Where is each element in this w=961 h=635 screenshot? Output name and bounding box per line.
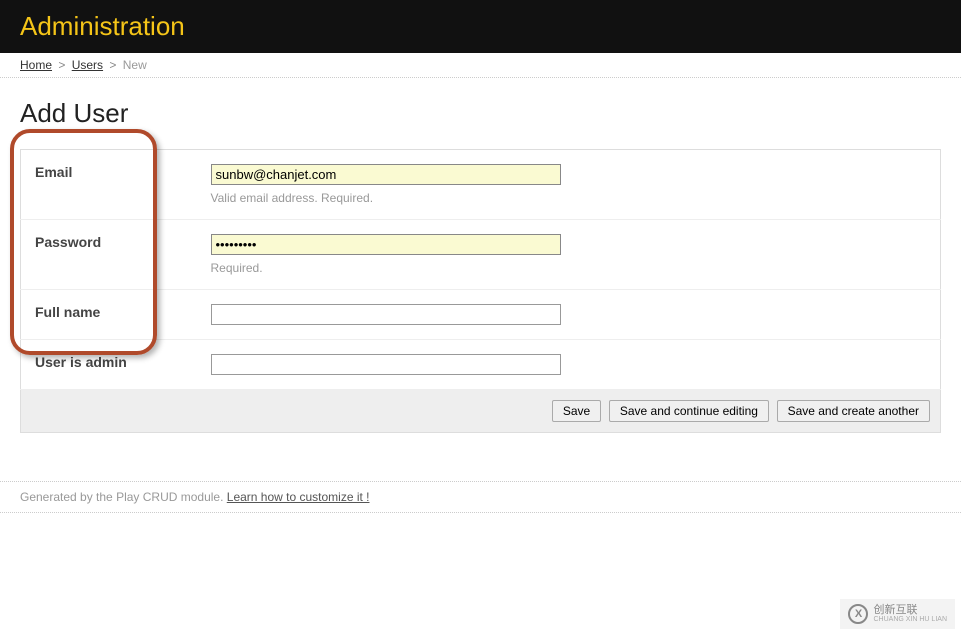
page-title: Add User [20, 98, 941, 129]
footer-link[interactable]: Learn how to customize it ! [227, 490, 370, 504]
watermark-icon: X [848, 604, 868, 624]
breadcrumb-separator: > [58, 58, 65, 72]
watermark: X 创新互联 CHUANG XIN HU LIAN [840, 599, 955, 629]
watermark-text: 创新互联 [873, 605, 947, 616]
isadmin-label: User is admin [21, 340, 201, 390]
breadcrumb-separator: > [109, 58, 116, 72]
fullname-label: Full name [21, 290, 201, 340]
app-title: Administration [20, 11, 185, 42]
fullname-row: Full name [21, 290, 941, 340]
breadcrumb-users-link[interactable]: Users [72, 58, 103, 72]
password-input[interactable] [211, 234, 561, 255]
save-continue-button[interactable]: Save and continue editing [609, 400, 769, 422]
footer: Generated by the Play CRUD module. Learn… [0, 481, 961, 513]
email-row: Email Valid email address. Required. [21, 150, 941, 220]
breadcrumb-current: New [123, 58, 147, 72]
email-input[interactable] [211, 164, 561, 185]
breadcrumb: Home > Users > New [0, 53, 961, 78]
password-hint: Required. [211, 261, 931, 275]
watermark-subtext: CHUANG XIN HU LIAN [873, 616, 947, 623]
save-button[interactable]: Save [552, 400, 601, 422]
save-another-button[interactable]: Save and create another [777, 400, 930, 422]
email-hint: Valid email address. Required. [211, 191, 931, 205]
email-label: Email [21, 150, 201, 220]
isadmin-row: User is admin [21, 340, 941, 390]
form-table: Email Valid email address. Required. Pas… [20, 149, 941, 433]
password-row: Password Required. [21, 220, 941, 290]
fullname-input[interactable] [211, 304, 561, 325]
button-row: Save Save and continue editing Save and … [21, 390, 941, 433]
content: Add User Email Valid email address. Requ… [0, 78, 961, 453]
footer-text: Generated by the Play CRUD module. [20, 490, 227, 504]
header: Administration [0, 0, 961, 53]
breadcrumb-home-link[interactable]: Home [20, 58, 52, 72]
password-label: Password [21, 220, 201, 290]
isadmin-input[interactable] [211, 354, 561, 375]
